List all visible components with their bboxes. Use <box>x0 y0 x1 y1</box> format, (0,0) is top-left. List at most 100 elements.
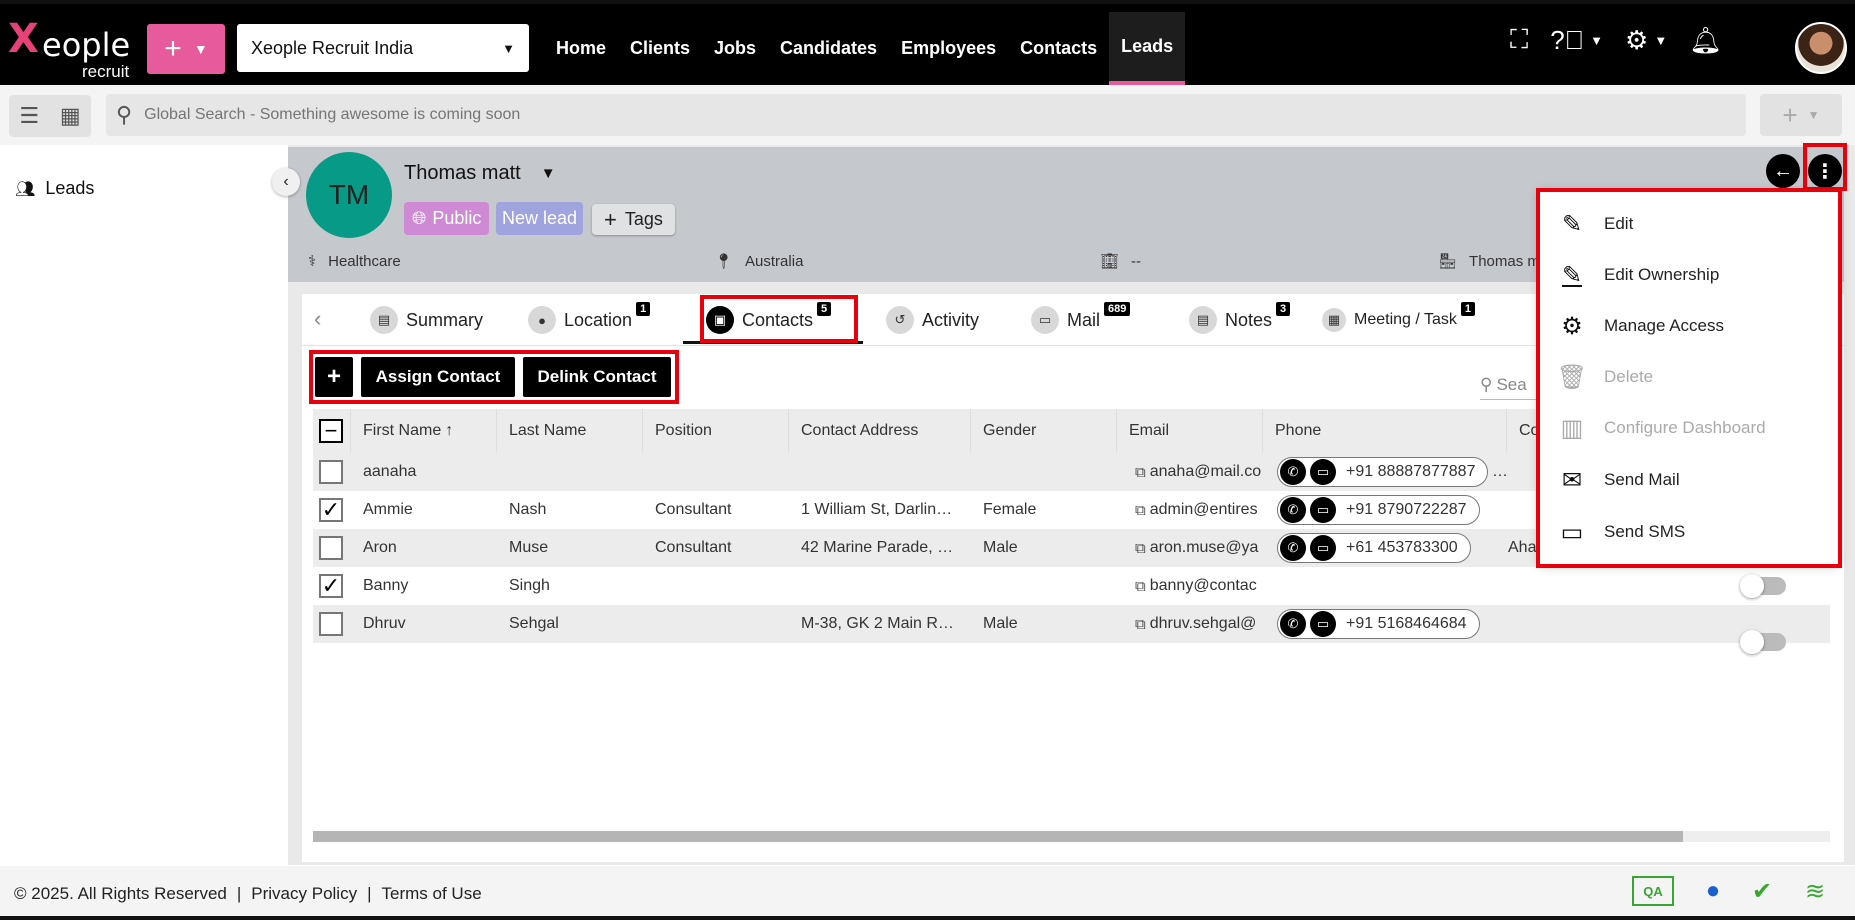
cell-email[interactable]: ⧉ anaha@mail.co <box>1135 453 1265 491</box>
xeople-logo[interactable]: X eople recruit <box>8 14 138 81</box>
sidebar-item-leads[interactable]: 👥︎ Leads <box>15 178 94 199</box>
tab-meeting-task[interactable]: ▦ Meeting / Task 1 <box>1322 302 1475 338</box>
logo-text: eople <box>42 26 131 64</box>
chevron-left-icon[interactable]: ‹ <box>314 306 321 332</box>
user-avatar[interactable] <box>1795 22 1847 74</box>
cell-gender: Female <box>983 501 1037 518</box>
help-icon: ?⃝ <box>1550 24 1585 55</box>
caret-down-icon: ▼ <box>1654 32 1668 48</box>
tab-summary[interactable]: ▤ Summary <box>370 302 483 338</box>
copy-icon[interactable]: ⧉ <box>1135 540 1146 557</box>
select-all-checkbox[interactable]: − <box>313 409 351 453</box>
row-toggle[interactable] <box>1740 630 1786 654</box>
privacy-policy-link[interactable]: Privacy Policy <box>251 884 357 904</box>
copy-icon[interactable]: ⧉ <box>1135 502 1146 519</box>
grid-view-icon[interactable]: ▦ <box>60 103 81 129</box>
status-chip[interactable]: New lead <box>496 202 584 235</box>
nav-clients[interactable]: Clients <box>618 12 702 85</box>
industry-meta: ⚕ Healthcare <box>308 252 401 271</box>
copy-icon[interactable]: ⧉ <box>1135 464 1146 481</box>
column-header-position[interactable]: Position <box>643 409 789 453</box>
global-search-input[interactable] <box>144 106 1645 124</box>
bell-icon[interactable]: 🔔︎ <box>1689 25 1722 56</box>
nav-candidates[interactable]: Candidates <box>768 12 889 85</box>
add-tags-button[interactable]: + Tags <box>592 204 675 235</box>
phone-pill[interactable]: ✆ ▭ +91 8790722287 <box>1277 495 1480 525</box>
phone-value: +91 8790722287 <box>1346 501 1467 518</box>
nav-home[interactable]: Home <box>544 12 618 85</box>
column-header-contact-address[interactable]: Contact Address <box>789 409 971 453</box>
copyright-text: © 2025. All Rights Reserved <box>14 884 227 903</box>
plus-icon: + <box>164 32 182 65</box>
sort-arrow-icon: ↑ <box>445 422 454 439</box>
row-checkbox[interactable]: ✓ <box>319 491 343 529</box>
help-menu[interactable]: ?⃝ ▼ <box>1550 25 1603 56</box>
tab-location[interactable]: ● Location 1 <box>528 302 651 338</box>
copy-icon[interactable]: ⧉ <box>1135 616 1146 633</box>
settings-menu[interactable]: ⚙ ▼ <box>1625 25 1667 56</box>
row-checkbox[interactable] <box>319 605 343 643</box>
tab-activity[interactable]: ↺ Activity <box>886 302 979 338</box>
nav-contacts[interactable]: Contacts <box>1008 12 1109 85</box>
sms-icon[interactable]: ▭ <box>1310 459 1336 485</box>
caret-down-icon: ▼ <box>502 40 515 56</box>
cell-address <box>801 567 967 605</box>
cell-address <box>801 453 967 491</box>
tab-label: Notes <box>1225 309 1273 330</box>
nav-employees[interactable]: Employees <box>889 12 1008 85</box>
horizontal-scrollbar[interactable] <box>313 831 1830 842</box>
row-toggle[interactable] <box>1740 574 1786 598</box>
cell-email[interactable]: ⧉ admin@entires <box>1135 491 1265 529</box>
global-add-button[interactable]: + ▼ <box>1760 94 1842 136</box>
phone-icon[interactable]: ✆ <box>1280 535 1306 561</box>
industry-icon: ⚕ <box>308 253 317 270</box>
row-checkbox[interactable] <box>319 529 343 567</box>
column-header-email[interactable]: Email <box>1117 409 1263 453</box>
column-header-last-name[interactable]: Last Name <box>497 409 643 453</box>
globe-icon: 🌐︎ <box>412 208 427 228</box>
tab-notes[interactable]: ▤ Notes 3 <box>1189 302 1291 338</box>
back-button[interactable]: ← <box>1766 154 1800 188</box>
company-select[interactable]: Xeople Recruit India ▼ <box>237 24 529 72</box>
phone-icon[interactable]: ✆ <box>1280 611 1306 637</box>
tab-label: Meeting / Task <box>1354 311 1457 328</box>
sms-icon[interactable]: ▭ <box>1310 535 1336 561</box>
cell-email[interactable]: ⧉ dhruv.sehgal@ <box>1135 605 1265 643</box>
list-view-icon[interactable]: ☰ <box>19 103 39 129</box>
cell-email[interactable]: ⧉ aron.muse@ya <box>1135 529 1265 567</box>
visibility-chip[interactable]: 🌐︎ Public <box>404 202 490 235</box>
quick-add-button[interactable]: + ▼ <box>147 24 225 74</box>
wifi-icon: ≋ <box>1804 877 1826 905</box>
lead-name-dropdown[interactable]: Thomas matt ▼ <box>404 162 556 185</box>
sms-icon[interactable]: ▭ <box>1310 611 1336 637</box>
row-checkbox[interactable] <box>319 453 343 491</box>
phone-pill[interactable]: ✆ ▭ +91 88887877887 <box>1277 457 1489 487</box>
phone-icon[interactable]: ✆ <box>1280 459 1306 485</box>
cell-address: 42 Marine Parade, … <box>801 539 954 556</box>
add-contact-button[interactable]: + <box>315 357 353 397</box>
terms-of-use-link[interactable]: Terms of Use <box>382 884 482 904</box>
phone-pill[interactable]: ✆ ▭ +91 5168464684 <box>1277 609 1480 639</box>
assign-contact-button[interactable]: Assign Contact <box>361 357 515 397</box>
column-header-phone[interactable]: Phone <box>1263 409 1507 453</box>
nav-jobs[interactable]: Jobs <box>702 12 768 85</box>
check-circle-icon[interactable]: ✔ <box>1747 876 1777 906</box>
row-checkbox[interactable]: ✓ <box>319 567 343 605</box>
phone-icon[interactable]: ✆ <box>1280 497 1306 523</box>
column-header-first-name[interactable]: First Name ↑ <box>351 409 497 453</box>
caret-down-icon: ▼ <box>1590 32 1604 48</box>
account-circle-icon[interactable]: ● <box>1698 876 1728 906</box>
sidebar-item-label: Leads <box>45 178 95 198</box>
cell-address: M-38, GK 2 Main R… <box>801 615 954 632</box>
tab-mail[interactable]: ▭ Mail 689 <box>1031 302 1131 338</box>
fullscreen-icon[interactable]: ⛶ <box>1510 24 1528 56</box>
sms-icon[interactable]: ▭ <box>1310 497 1336 523</box>
scrollbar-thumb[interactable] <box>313 831 1683 842</box>
nav-leads[interactable]: Leads <box>1109 12 1186 85</box>
cell-email[interactable]: ⧉ banny@contac <box>1135 567 1265 605</box>
copy-icon[interactable]: ⧉ <box>1135 578 1146 595</box>
delink-contact-button[interactable]: Delink Contact <box>523 357 671 397</box>
phone-pill[interactable]: ✆ ▭ +61 453783300 <box>1277 533 1471 563</box>
column-header-gender[interactable]: Gender <box>971 409 1117 453</box>
collapse-sidebar-button[interactable]: ‹ <box>272 168 300 196</box>
